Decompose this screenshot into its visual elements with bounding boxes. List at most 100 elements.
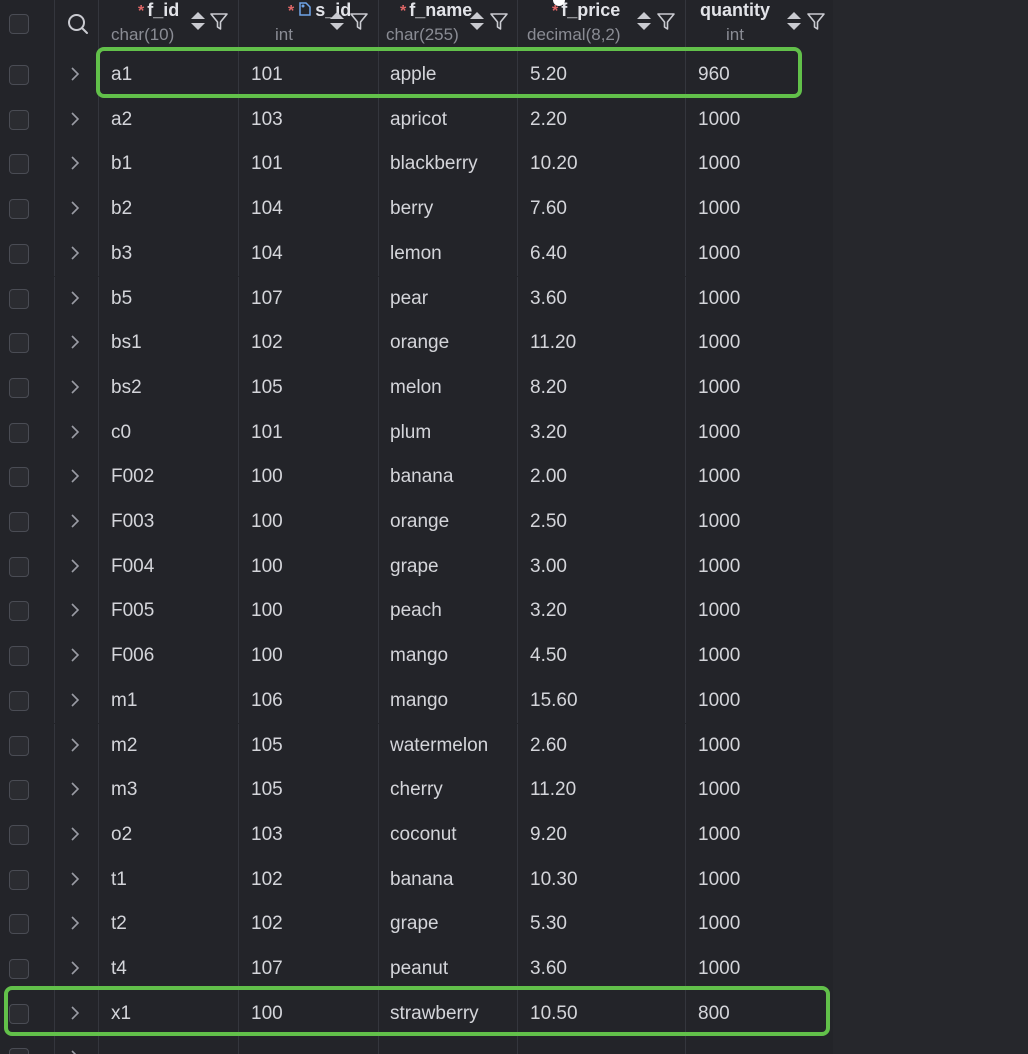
cell-quantity[interactable]: 1000 xyxy=(698,735,740,757)
cell-s-id[interactable]: 100 xyxy=(251,645,283,667)
chevron-right-icon[interactable] xyxy=(68,469,82,483)
table-row[interactable] xyxy=(0,1036,833,1054)
cell-quantity[interactable]: 1000 xyxy=(698,913,740,935)
cell-quantity[interactable]: 1000 xyxy=(698,288,740,310)
row-checkbox[interactable] xyxy=(9,1048,29,1054)
filter-icon[interactable] xyxy=(209,11,228,33)
table-row[interactable]: bs1 102 orange 11.20 1000 xyxy=(0,321,833,366)
chevron-right-icon[interactable] xyxy=(68,603,82,617)
cell-quantity[interactable]: 1000 xyxy=(698,600,740,622)
cell-f-price[interactable]: 11.20 xyxy=(530,779,576,801)
row-checkbox[interactable] xyxy=(9,109,29,130)
cell-f-name[interactable]: mango xyxy=(390,690,448,712)
sort-icon[interactable] xyxy=(468,10,486,32)
cell-f-name[interactable]: banana xyxy=(390,869,453,891)
cell-quantity[interactable]: 1000 xyxy=(698,153,740,175)
cell-f-price[interactable]: 15.60 xyxy=(530,690,578,712)
chevron-right-icon[interactable] xyxy=(68,246,82,260)
cell-f-price[interactable]: 7.60 xyxy=(530,198,567,220)
chevron-right-icon[interactable] xyxy=(68,916,82,930)
cell-f-id[interactable]: F002 xyxy=(111,466,154,488)
cell-f-price[interactable]: 8.20 xyxy=(530,377,567,399)
table-row[interactable]: t4 107 peanut 3.60 1000 xyxy=(0,947,833,992)
row-checkbox[interactable] xyxy=(9,467,29,488)
cell-f-price[interactable]: 3.00 xyxy=(530,556,567,578)
cell-s-id[interactable]: 102 xyxy=(251,913,283,935)
cell-quantity[interactable]: 1000 xyxy=(698,466,740,488)
cell-f-price[interactable]: 10.30 xyxy=(530,869,578,891)
cell-f-price[interactable]: 2.60 xyxy=(530,735,567,757)
cell-f-price[interactable]: 3.60 xyxy=(530,958,567,980)
cell-f-id[interactable]: bs1 xyxy=(111,332,142,354)
cell-quantity[interactable]: 1000 xyxy=(698,377,740,399)
cell-quantity[interactable]: 1000 xyxy=(698,779,740,801)
cell-f-price[interactable]: 9.20 xyxy=(530,824,567,846)
row-checkbox[interactable] xyxy=(9,914,29,935)
cell-s-id[interactable]: 102 xyxy=(251,332,283,354)
cell-f-id[interactable]: a2 xyxy=(111,109,132,131)
chevron-right-icon[interactable] xyxy=(68,290,82,305)
table-row[interactable]: a2 103 apricot 2.20 1000 xyxy=(0,97,833,143)
table-row[interactable]: b3 104 lemon 6.40 1000 xyxy=(0,231,833,277)
cell-f-name[interactable]: plum xyxy=(390,422,431,444)
table-row[interactable]: b1 101 blackberry 10.20 1000 xyxy=(0,142,833,188)
table-row[interactable]: m2 105 watermelon 2.60 1000 xyxy=(0,723,833,769)
cell-f-name[interactable]: blackberry xyxy=(390,153,478,175)
cell-f-price[interactable]: 2.50 xyxy=(530,511,567,533)
sort-icon[interactable] xyxy=(785,10,803,32)
row-checkbox[interactable] xyxy=(9,869,29,890)
table-row[interactable]: b5 107 pear 3.60 1000 xyxy=(0,276,833,322)
row-checkbox[interactable] xyxy=(9,690,29,711)
table-row[interactable]: m1 106 mango 15.60 1000 xyxy=(0,678,833,724)
chevron-right-icon[interactable] xyxy=(68,156,82,170)
cell-f-name[interactable]: coconut xyxy=(390,824,457,846)
cell-f-id[interactable]: F005 xyxy=(111,600,154,622)
cell-f-name[interactable]: banana xyxy=(390,466,453,488)
cell-s-id[interactable]: 104 xyxy=(251,243,283,265)
row-checkbox[interactable] xyxy=(9,512,29,532)
cell-f-price[interactable]: 5.30 xyxy=(530,913,567,935)
row-checkbox[interactable] xyxy=(9,377,29,398)
column-header-quantity[interactable]: quantity xyxy=(700,0,770,21)
cell-quantity[interactable]: 1000 xyxy=(698,645,740,667)
cell-s-id[interactable]: 105 xyxy=(251,735,283,757)
cell-s-id[interactable]: 101 xyxy=(251,422,283,444)
cell-quantity[interactable]: 1000 xyxy=(698,824,740,846)
cell-f-name[interactable]: lemon xyxy=(390,243,442,265)
cell-f-price[interactable]: 2.20 xyxy=(530,109,567,131)
row-checkbox[interactable] xyxy=(9,422,29,443)
table-row[interactable]: F005 100 peach 3.20 1000 xyxy=(0,589,833,635)
cell-f-id[interactable]: m1 xyxy=(111,690,137,712)
cell-f-name[interactable]: apricot xyxy=(390,109,447,131)
cell-s-id[interactable]: 103 xyxy=(251,109,283,131)
cell-f-id[interactable]: m3 xyxy=(111,779,137,801)
row-checkbox[interactable] xyxy=(9,824,29,845)
cell-s-id[interactable]: 100 xyxy=(251,600,283,622)
filter-icon[interactable] xyxy=(656,11,675,33)
select-all-checkbox[interactable] xyxy=(9,14,29,34)
cell-f-name[interactable]: peach xyxy=(390,600,442,622)
cell-s-id[interactable]: 107 xyxy=(251,288,283,310)
cell-f-name[interactable]: grape xyxy=(390,556,439,578)
chevron-right-icon[interactable] xyxy=(68,425,82,439)
cell-f-id[interactable]: F004 xyxy=(111,556,154,578)
table-row[interactable]: m3 105 cherry 11.20 1000 xyxy=(0,768,833,813)
chevron-right-icon[interactable] xyxy=(68,872,82,886)
chevron-right-icon[interactable] xyxy=(68,201,82,215)
cell-s-id[interactable]: 100 xyxy=(251,556,283,578)
table-row[interactable]: F004 100 grape 3.00 1000 xyxy=(0,544,833,590)
cell-s-id[interactable]: 103 xyxy=(251,824,283,846)
sort-icon[interactable] xyxy=(328,10,346,32)
cell-f-name[interactable]: pear xyxy=(390,288,428,310)
cell-quantity[interactable]: 1000 xyxy=(698,198,740,220)
cell-f-price[interactable]: 10.20 xyxy=(530,153,578,175)
row-checkbox[interactable] xyxy=(9,735,29,756)
table-row[interactable]: c0 101 plum 3.20 1000 xyxy=(0,410,833,456)
cell-f-id[interactable]: t1 xyxy=(111,869,127,891)
cell-f-id[interactable]: b5 xyxy=(111,288,132,310)
cell-quantity[interactable]: 1000 xyxy=(698,332,740,354)
cell-f-name[interactable]: mango xyxy=(390,645,448,667)
row-checkbox[interactable] xyxy=(9,243,29,264)
row-checkbox[interactable] xyxy=(9,288,29,309)
cell-f-price[interactable]: 3.20 xyxy=(530,422,567,444)
